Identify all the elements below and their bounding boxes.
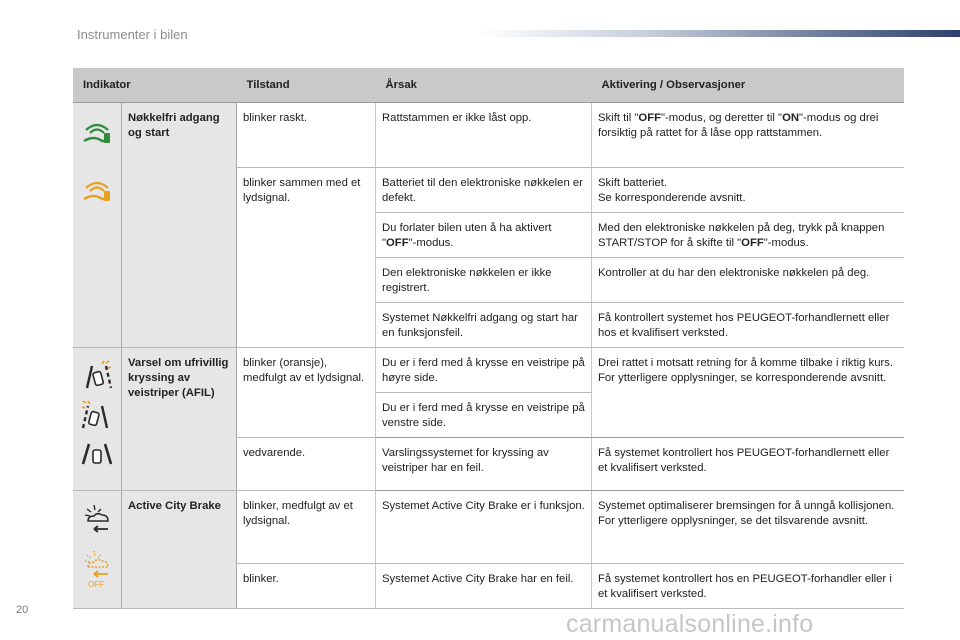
- acb-action-2: Få systemet kontrollert hos en PEUGEOT-f…: [591, 563, 904, 609]
- keyless-green-icon: [83, 123, 110, 143]
- afil-action-1: Drei rattet i motsatt retning for å komm…: [591, 347, 904, 438]
- keyless-cause-5: Systemet Nøkkelfri adgang og start har e…: [375, 302, 592, 348]
- keyless-action-4: Kontroller at du har den elektroniske nø…: [591, 257, 904, 303]
- lane-right-icon: [85, 360, 113, 389]
- lane-left-icon: [81, 400, 109, 429]
- keyless-action-1: Skift til "OFF"-modus, og deretter til "…: [591, 102, 904, 168]
- afil-action-3: Få systemet kontrollert hos PEUGEOT-forh…: [591, 437, 904, 491]
- afil-state-1: blinker (oransje), medfulgt av et lydsig…: [236, 347, 376, 438]
- afil-cause-1: Du er i ferd med å krysse en veistripe p…: [375, 347, 592, 393]
- afil-name: Varsel om ufrivillig kryssing av veistri…: [121, 347, 237, 491]
- keyless-action-3: Med den elektroniske nøkkelen på deg, tr…: [591, 212, 904, 258]
- keyless-action-2: Skift batteriet. Se korresponderende avsn…: [591, 167, 904, 213]
- keyless-cause-3: Du forlater bilen uten å ha aktivert "OF…: [375, 212, 592, 258]
- page-number: 20: [16, 604, 29, 616]
- keyless-cause-4: Den elektroniske nøkkelen er ikke regist…: [375, 257, 592, 303]
- col-header-state: Tilstand: [236, 68, 376, 103]
- keyless-icon-cell: [73, 102, 122, 348]
- acb-cause-2: Systemet Active City Brake har en feil.: [375, 563, 592, 609]
- col-header-cause: Årsak: [375, 68, 592, 103]
- acb-name: Active City Brake: [121, 490, 237, 609]
- acb-cause-1: Systemet Active City Brake er i funksjon…: [375, 490, 592, 564]
- acb-state-1: blinker, medfulgt av et lydsignal.: [236, 490, 376, 564]
- acb-action-1: Systemet optimaliserer bremsingen for å …: [591, 490, 904, 564]
- keyless-cause-1: Rattstammen er ikke låst opp.: [375, 102, 592, 168]
- acb-off-label: OFF: [88, 580, 104, 589]
- header-gradient-bar: [478, 30, 960, 37]
- lane-fault-icon: [81, 443, 113, 465]
- page-header: Instrumenter i bilen: [77, 27, 188, 42]
- col-header-action: Aktivering / Observasjoner: [591, 68, 904, 103]
- afil-state-3: vedvarende.: [236, 437, 376, 491]
- col-header-indicator: Indikator: [73, 68, 237, 103]
- afil-cause-3: Varslingssystemet for kryssing av veistr…: [375, 437, 592, 491]
- active-city-brake-off-icon: OFF: [84, 550, 109, 589]
- keyless-orange-icon: [83, 181, 110, 201]
- afil-cause-2: Du er i ferd med å krysse en veistripe p…: [375, 392, 592, 438]
- active-city-brake-icon: [84, 504, 109, 533]
- keyless-state-1: blinker raskt.: [236, 102, 376, 168]
- table-row: Varsel om ufrivillig kryssing av veistri…: [73, 347, 904, 491]
- keyless-state-2: blinker sammen med et lydsignal.: [236, 167, 376, 348]
- watermark: carmanualsonline.info: [566, 610, 814, 638]
- acb-state-2: blinker.: [236, 563, 376, 609]
- keyless-action-5: Få kontrollert systemet hos PEUGEOT-forh…: [591, 302, 904, 348]
- keyless-name: Nøkkelfri adgang og start: [121, 102, 237, 348]
- acb-icon-cell: OFF: [73, 490, 122, 609]
- keyless-cause-2: Batteriet til den elektroniske nøkkelen …: [375, 167, 592, 213]
- table-row: OFF Active City Brake blinker, medfulgt …: [73, 490, 904, 609]
- table-header-row: Indikator Tilstand Årsak Aktivering / Ob…: [73, 68, 904, 103]
- afil-icon-cell: [73, 347, 122, 491]
- table-row: Nøkkelfri adgang og start blinker raskt.…: [73, 102, 904, 348]
- indicator-table: Indikator Tilstand Årsak Aktivering / Ob…: [73, 68, 904, 609]
